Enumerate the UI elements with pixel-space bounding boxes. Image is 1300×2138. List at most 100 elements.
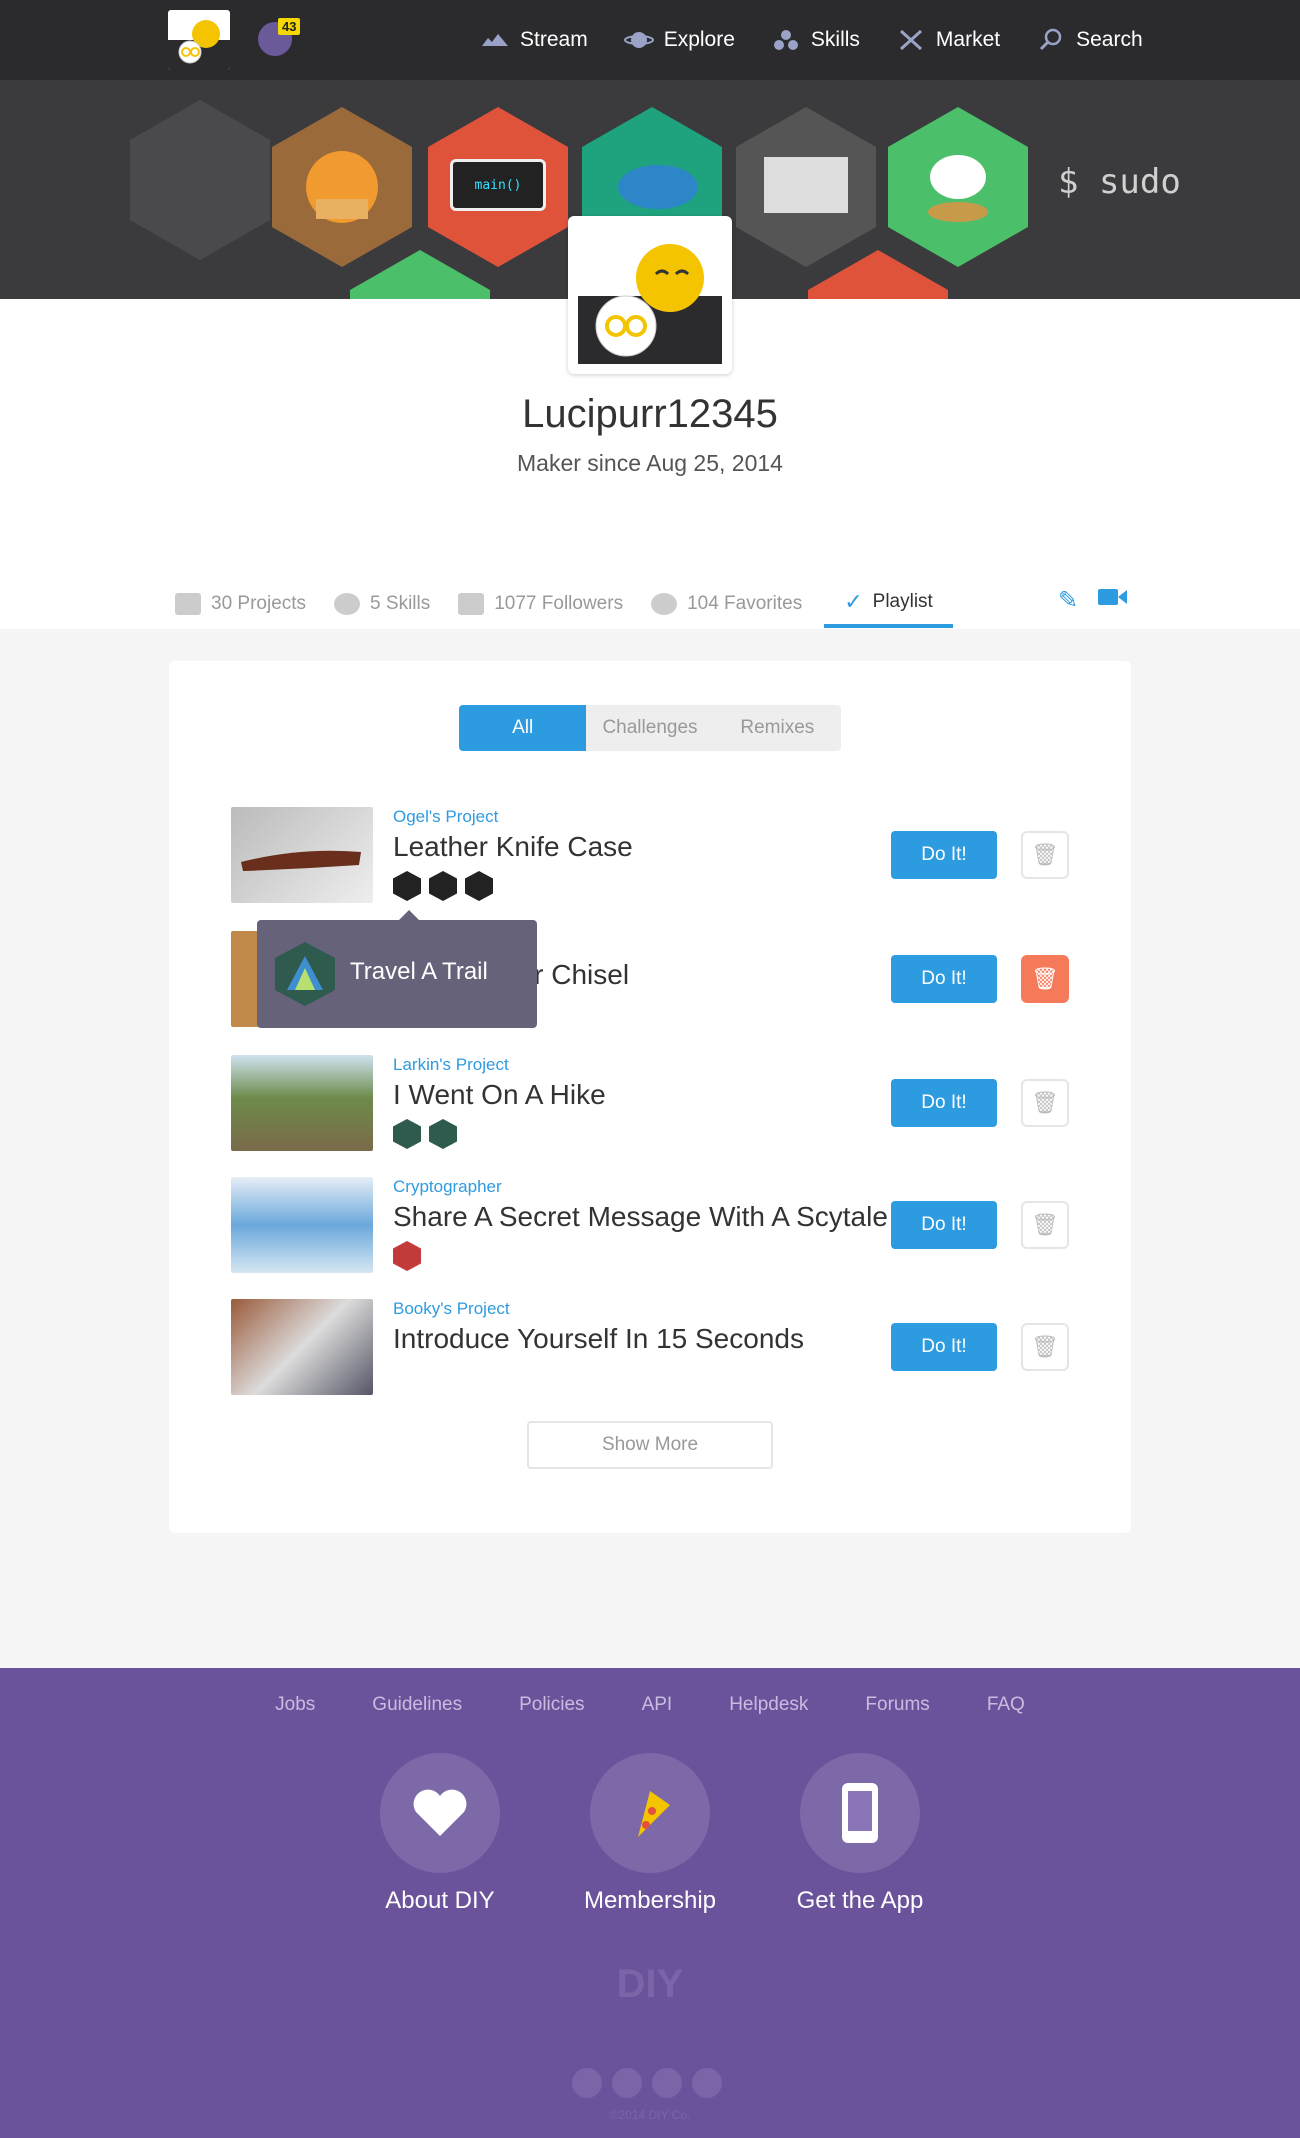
footer-app-card[interactable]: Get the App [770, 1753, 950, 1915]
badge-bread-icon [272, 107, 412, 267]
nav-explore[interactable]: Explore [623, 28, 735, 52]
playlist-row: Booky's Project Introduce Yourself In 15… [231, 1299, 1071, 1395]
stream-icon [480, 28, 510, 52]
badge-code-text: main() [450, 159, 546, 211]
edit-pencil-icon[interactable]: ✎ [1058, 586, 1078, 615]
tab-followers[interactable]: 1077 Followers [458, 580, 623, 628]
nav-skills[interactable]: Skills [771, 28, 860, 52]
badge-sudo-text: $ sudo [1058, 162, 1181, 202]
project-owner[interactable]: Ogel's Project [393, 807, 633, 827]
footer-membership-label: Membership [583, 1887, 717, 1914]
nav-search[interactable]: Search [1036, 28, 1143, 52]
footer-about-card[interactable]: About DIY [350, 1753, 530, 1915]
project-title[interactable]: Introduce Yourself In 15 Seconds [393, 1323, 804, 1355]
nav-search-label: Search [1076, 28, 1143, 51]
playlist-row: Cryptographer Share A Secret Message Wit… [231, 1177, 1071, 1273]
footer-link-jobs[interactable]: Jobs [275, 1694, 315, 1716]
market-icon [896, 28, 926, 52]
travel-trail-badge-icon[interactable] [429, 1119, 457, 1149]
planet-icon [623, 28, 654, 52]
project-title[interactable]: I Went On A Hike [393, 1079, 606, 1111]
twitter-icon[interactable] [612, 2068, 642, 2098]
profile-avatar [568, 216, 732, 374]
footer-links: Jobs Guidelines Policies API Helpdesk Fo… [0, 1694, 1300, 1716]
badge-code-icon: main() [428, 107, 568, 267]
playlist-row: Larkin's Project I Went On A Hike Do It!… [231, 1055, 1071, 1151]
show-more-button[interactable]: Show More [527, 1421, 773, 1469]
tab-favorites[interactable]: 104 Favorites [651, 580, 802, 628]
project-owner[interactable]: Larkin's Project [393, 1055, 606, 1075]
project-owner[interactable]: Cryptographer [393, 1177, 888, 1197]
do-it-button[interactable]: Do It! [891, 1323, 997, 1371]
phone-icon [800, 1753, 920, 1873]
badge-honey-icon [350, 250, 490, 299]
footer-link-api[interactable]: API [642, 1694, 673, 1716]
trash-icon[interactable]: 🗑 [1021, 955, 1069, 1003]
tab-skills[interactable]: 5 Skills [334, 580, 430, 628]
tab-skills-label: 5 Skills [370, 593, 431, 614]
filter-remixes[interactable]: Remixes [714, 705, 841, 751]
skill-badge-icon[interactable] [393, 871, 421, 901]
tab-favorites-label: 104 Favorites [687, 593, 803, 614]
badge-clock-icon [808, 250, 948, 299]
badge-tooltip: Travel A Trail [257, 910, 537, 1028]
trash-icon[interactable]: 🗑 [1021, 831, 1069, 879]
do-it-button[interactable]: Do It! [891, 831, 997, 879]
tab-playlist[interactable]: ✓ Playlist [824, 580, 953, 628]
footer-link-forums[interactable]: Forums [865, 1694, 929, 1716]
heart-icon [380, 1753, 500, 1873]
footer-membership-card[interactable]: Membership [560, 1753, 740, 1915]
footer-link-guidelines[interactable]: Guidelines [372, 1694, 462, 1716]
project-thumbnail[interactable] [231, 807, 373, 903]
check-icon: ✓ [844, 589, 863, 614]
footer-link-faq[interactable]: FAQ [987, 1694, 1025, 1716]
trash-icon[interactable]: 🗑 [1021, 1323, 1069, 1371]
trash-icon[interactable]: 🗑 [1021, 1201, 1069, 1249]
diy-logo: DIY [616, 1962, 684, 2006]
youtube-icon[interactable] [652, 2068, 682, 2098]
search-icon [1036, 28, 1066, 52]
project-thumbnail[interactable] [231, 1055, 373, 1151]
project-thumbnail[interactable] [231, 1299, 373, 1395]
nav-stream-label: Stream [520, 28, 588, 51]
pizza-icon [590, 1753, 710, 1873]
footer-link-policies[interactable]: Policies [519, 1694, 584, 1716]
project-title[interactable]: Leather Knife Case [393, 831, 633, 863]
cryptography-badge-icon[interactable] [393, 1241, 421, 1271]
project-thumbnail[interactable] [231, 1177, 373, 1273]
tumblr-icon[interactable] [572, 2068, 602, 2098]
top-navbar: 43 Stream Explore Skills Market Search [0, 0, 1300, 80]
profile-username: Lucipurr12345 [522, 392, 778, 436]
filter-challenges[interactable]: Challenges [586, 705, 713, 751]
playlist-card: All Challenges Remixes Ogel's Project Le… [169, 661, 1131, 1533]
filter-segmented-control: All Challenges Remixes [459, 705, 841, 751]
tab-projects[interactable]: 30 Projects [175, 580, 306, 628]
do-it-button[interactable]: Do It! [891, 955, 997, 1003]
footer-copyright: ©2014 DIY Co. [609, 2108, 691, 2122]
project-owner[interactable]: Booky's Project [393, 1299, 804, 1319]
projects-icon [175, 593, 201, 615]
video-camera-icon[interactable] [1098, 586, 1128, 615]
do-it-button[interactable]: Do It! [891, 1079, 997, 1127]
trash-icon[interactable]: 🗑 [1021, 1079, 1069, 1127]
social-links [572, 2068, 722, 2098]
notification-count: 43 [278, 18, 301, 35]
travel-trail-badge-icon[interactable] [393, 1119, 421, 1149]
skill-badge-icon[interactable] [465, 871, 493, 901]
skill-badge-icon[interactable] [429, 871, 457, 901]
nav-market[interactable]: Market [896, 28, 1000, 52]
facebook-icon[interactable] [692, 2068, 722, 2098]
footer-about-label: About DIY [385, 1887, 495, 1914]
nav-stream[interactable]: Stream [480, 28, 588, 52]
filter-all[interactable]: All [459, 705, 587, 751]
nav-skills-label: Skills [810, 28, 860, 51]
playlist-row: Ogel's Project Leather Knife Case Do It!… [231, 807, 1071, 903]
nav-market-label: Market [935, 28, 1001, 51]
do-it-button[interactable]: Do It! [891, 1201, 997, 1249]
footer-app-label: Get the App [796, 1887, 924, 1914]
profile-actions: ✎ [1058, 586, 1128, 615]
user-avatar[interactable] [168, 10, 230, 70]
nav-explore-label: Explore [663, 28, 735, 51]
project-title[interactable]: Share A Secret Message With A Scytale [393, 1201, 888, 1233]
footer-link-helpdesk[interactable]: Helpdesk [729, 1694, 808, 1716]
